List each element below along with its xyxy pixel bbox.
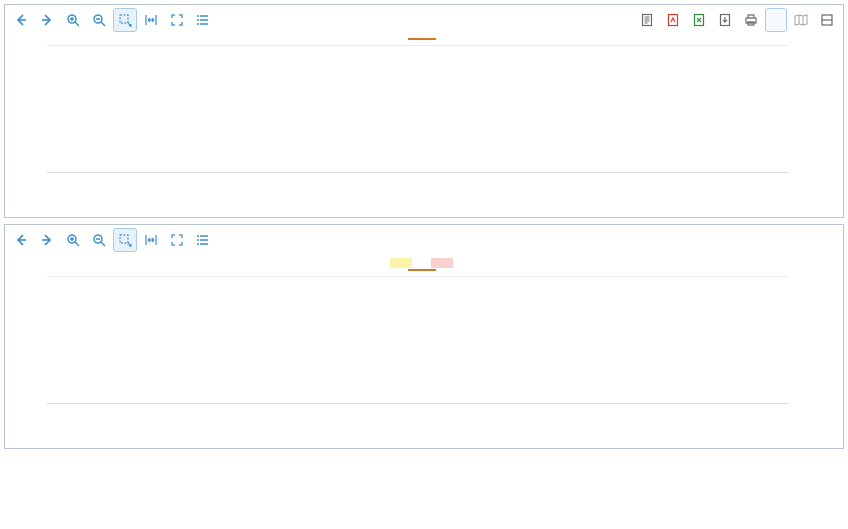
legend-1 xyxy=(11,38,837,40)
list-button[interactable] xyxy=(191,228,215,252)
toolbar-1 xyxy=(5,5,843,35)
select-area-button[interactable] xyxy=(113,228,137,252)
map-button[interactable] xyxy=(789,8,813,32)
export-file-button[interactable] xyxy=(713,8,737,32)
select-area-button[interactable] xyxy=(113,8,137,32)
plot-area-2[interactable] xyxy=(47,276,789,404)
clear-button[interactable] xyxy=(765,8,787,32)
export-excel-button[interactable] xyxy=(687,8,711,32)
legend-line-icon xyxy=(408,269,436,271)
chart-1 xyxy=(5,35,843,217)
export-text-button[interactable] xyxy=(635,8,659,32)
legend-box-icon xyxy=(390,258,412,268)
zoom-out-button[interactable] xyxy=(87,228,111,252)
legend-box-icon xyxy=(431,258,453,268)
legend-2b xyxy=(11,269,837,271)
fit-width-button[interactable] xyxy=(139,228,163,252)
chart-panel-2 xyxy=(4,224,844,449)
layout-button[interactable] xyxy=(815,8,839,32)
legend-2 xyxy=(11,258,837,268)
forward-button[interactable] xyxy=(35,228,59,252)
forward-button[interactable] xyxy=(35,8,59,32)
fit-width-button[interactable] xyxy=(139,8,163,32)
chart-panel-1 xyxy=(4,4,844,218)
fit-all-button[interactable] xyxy=(165,8,189,32)
chart-2 xyxy=(5,255,843,448)
fit-all-button[interactable] xyxy=(165,228,189,252)
zoom-in-button[interactable] xyxy=(61,228,85,252)
plot-area-1[interactable] xyxy=(47,45,789,173)
export-pdf-button[interactable] xyxy=(661,8,685,32)
back-button[interactable] xyxy=(9,8,33,32)
toolbar-2 xyxy=(5,225,843,255)
legend-line-icon xyxy=(408,38,436,40)
list-button[interactable] xyxy=(191,8,215,32)
back-button[interactable] xyxy=(9,228,33,252)
print-button[interactable] xyxy=(739,8,763,32)
zoom-out-button[interactable] xyxy=(87,8,111,32)
zoom-in-button[interactable] xyxy=(61,8,85,32)
